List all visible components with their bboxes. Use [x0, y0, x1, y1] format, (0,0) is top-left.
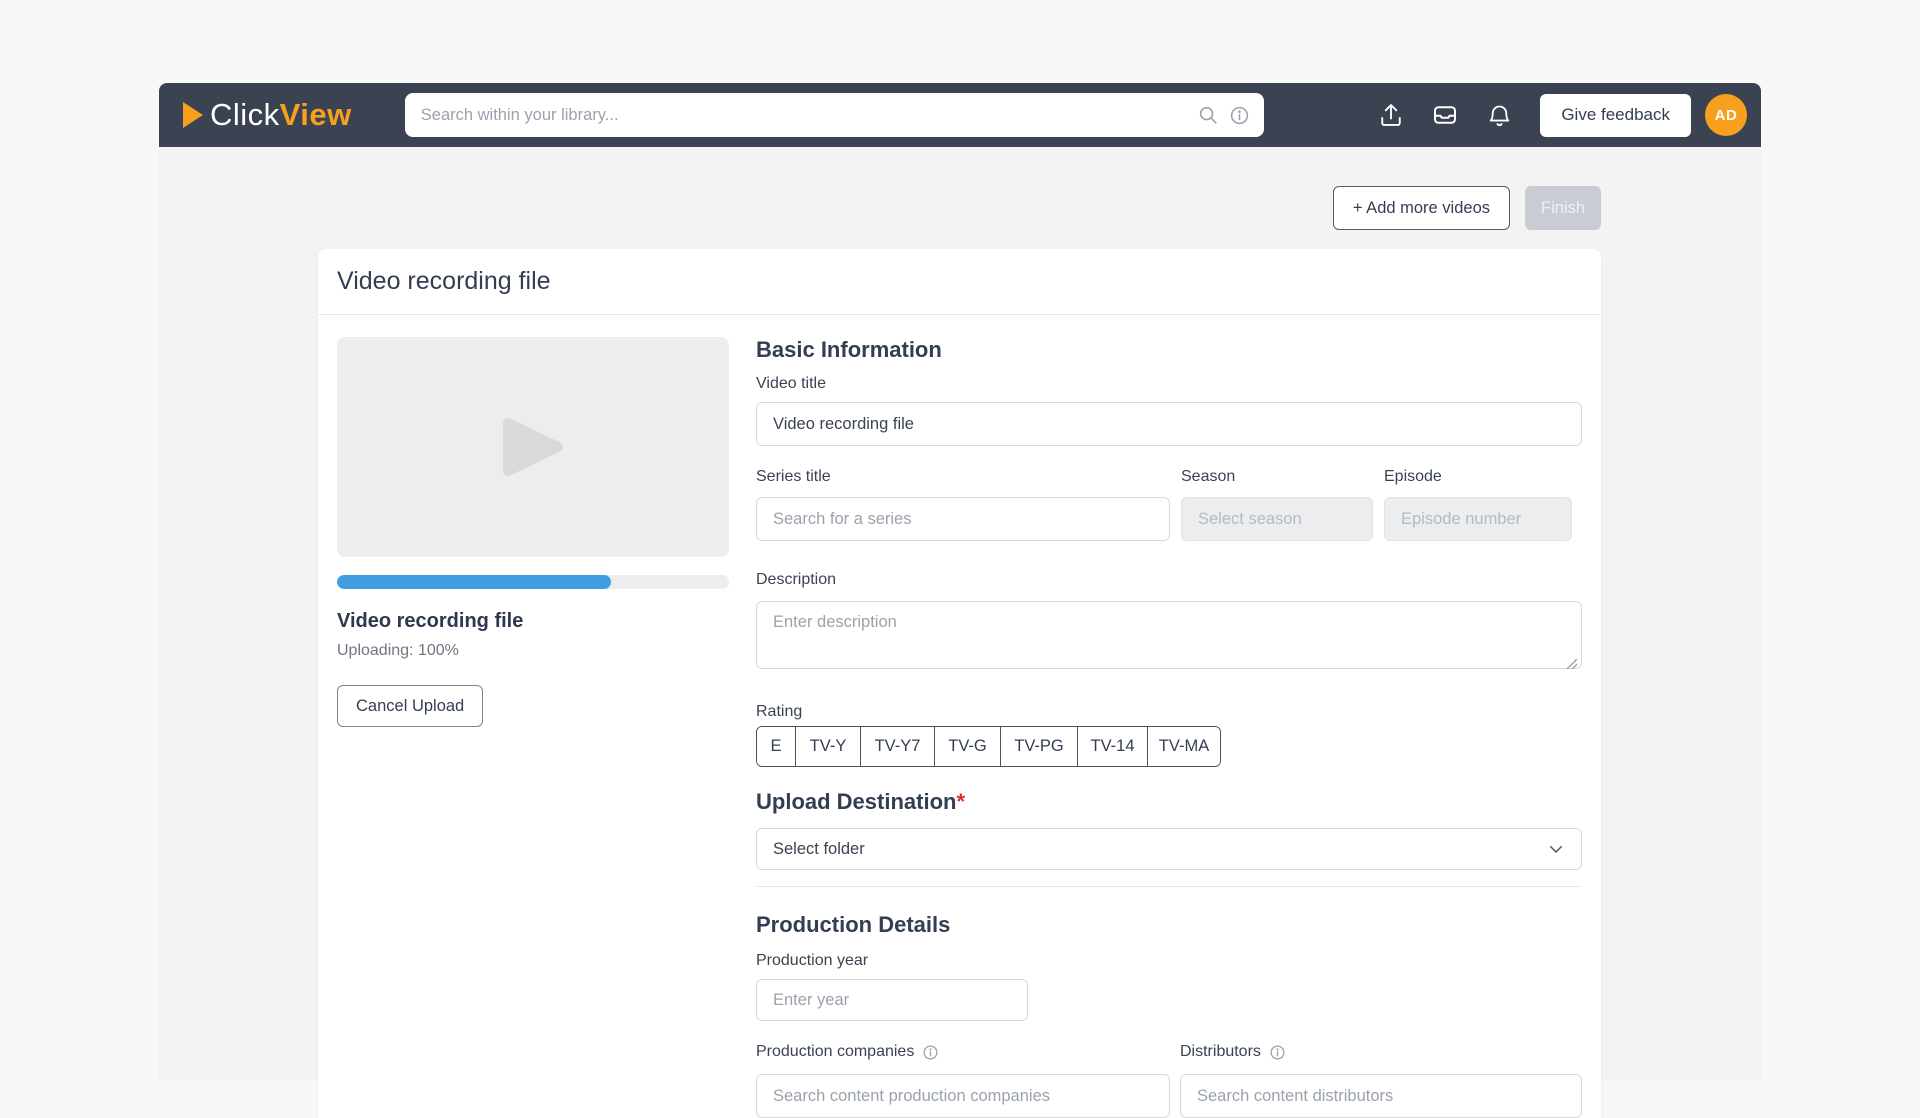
chevron-down-icon — [1547, 840, 1565, 858]
episode-input — [1384, 497, 1572, 541]
inbox-icon[interactable] — [1430, 100, 1460, 130]
production-companies-input[interactable] — [756, 1074, 1170, 1118]
info-icon[interactable] — [1269, 1044, 1286, 1061]
thumbnail-play-icon — [500, 417, 566, 477]
production-details-heading: Production Details — [756, 912, 1582, 938]
rating-option-tv-pg[interactable]: TV-PG — [1000, 727, 1077, 766]
logo-click: Click — [210, 97, 280, 132]
upload-destination-heading: Upload Destination* — [756, 789, 1582, 815]
rating-option-tv-y[interactable]: TV-Y — [795, 727, 860, 766]
upload-destination-heading-text: Upload Destination — [756, 789, 956, 814]
series-title-label: Series title — [756, 468, 1170, 486]
section-divider — [756, 886, 1582, 887]
rating-option-tv-ma[interactable]: TV-MA — [1147, 727, 1220, 766]
upload-destination-select[interactable]: Select folder — [756, 828, 1582, 870]
upload-preview-column: Video recording file Uploading: 100% Can… — [337, 337, 729, 1118]
clickview-logo[interactable]: ClickView — [183, 97, 352, 133]
navbar-right-group: Give feedback AD — [1376, 94, 1747, 137]
production-year-label: Production year — [756, 952, 1582, 970]
upload-destination-value: Select folder — [773, 840, 865, 859]
rating-label: Rating — [756, 703, 1582, 721]
upload-status-text: Uploading: 100% — [337, 642, 729, 660]
page-actions: + Add more videos Finish — [159, 186, 1601, 230]
companies-distributors-row: Production companies Distributors — [756, 1043, 1582, 1118]
basic-information-heading: Basic Information — [756, 337, 1582, 363]
distributors-input[interactable] — [1180, 1074, 1582, 1118]
rating-segmented-control: ETV-YTV-Y7TV-GTV-PGTV-14TV-MA — [756, 726, 1221, 767]
top-navbar: ClickView — [159, 83, 1761, 147]
production-year-input[interactable] — [756, 979, 1028, 1021]
rating-option-tv-y7[interactable]: TV-Y7 — [860, 727, 934, 766]
user-avatar[interactable]: AD — [1705, 94, 1747, 136]
search-icon[interactable] — [1197, 104, 1219, 126]
search-icons — [1197, 93, 1250, 137]
season-field: Season — [1181, 468, 1373, 541]
episode-field: Episode — [1384, 468, 1572, 541]
series-title-input[interactable] — [756, 497, 1170, 541]
production-companies-label: Production companies — [756, 1043, 914, 1061]
video-title-label: Video title — [756, 375, 1582, 393]
logo-text: ClickView — [210, 97, 352, 133]
video-thumbnail — [337, 337, 729, 557]
rating-option-tv-14[interactable]: TV-14 — [1077, 727, 1147, 766]
production-companies-field: Production companies — [756, 1043, 1170, 1118]
search-input[interactable] — [405, 93, 1264, 137]
distributors-label: Distributors — [1180, 1043, 1261, 1061]
series-title-field: Series title — [756, 468, 1170, 541]
video-details-form: Basic Information Video title Series tit… — [756, 337, 1582, 1118]
page-title: Video recording file — [337, 267, 551, 296]
content-column: ClickView — [159, 83, 1761, 1080]
series-season-episode-row: Series title Season Episode — [756, 468, 1582, 541]
cancel-upload-button[interactable]: Cancel Upload — [337, 685, 483, 727]
add-more-videos-button[interactable]: + Add more videos — [1333, 186, 1510, 230]
search-info-icon[interactable] — [1229, 105, 1250, 126]
finish-button[interactable]: Finish — [1525, 186, 1601, 230]
video-title-input[interactable] — [756, 402, 1582, 446]
rating-option-e[interactable]: E — [757, 727, 795, 766]
distributors-field: Distributors — [1180, 1043, 1582, 1118]
library-search — [405, 93, 1264, 137]
logo-view: View — [280, 97, 352, 132]
description-textarea[interactable] — [756, 601, 1582, 669]
play-triangle-icon — [183, 102, 203, 128]
textarea-resize-handle[interactable] — [1567, 659, 1577, 669]
rating-option-tv-g[interactable]: TV-G — [934, 727, 1000, 766]
description-label: Description — [756, 571, 1582, 589]
card-title-row: Video recording file — [318, 249, 1601, 315]
info-icon[interactable] — [922, 1044, 939, 1061]
card-body: Video recording file Uploading: 100% Can… — [318, 315, 1601, 1118]
upload-progress-bar — [337, 575, 729, 589]
video-details-card: Video recording file Video recording fil… — [318, 249, 1601, 1118]
required-asterisk: * — [956, 789, 965, 814]
notifications-bell-icon[interactable] — [1484, 100, 1514, 130]
uploaded-file-title: Video recording file — [337, 610, 729, 633]
upload-icon[interactable] — [1376, 100, 1406, 130]
season-input — [1181, 497, 1373, 541]
upload-progress-fill — [337, 575, 611, 589]
description-field — [756, 601, 1582, 674]
season-label: Season — [1181, 468, 1373, 486]
episode-label: Episode — [1384, 468, 1572, 486]
give-feedback-button[interactable]: Give feedback — [1540, 94, 1691, 137]
